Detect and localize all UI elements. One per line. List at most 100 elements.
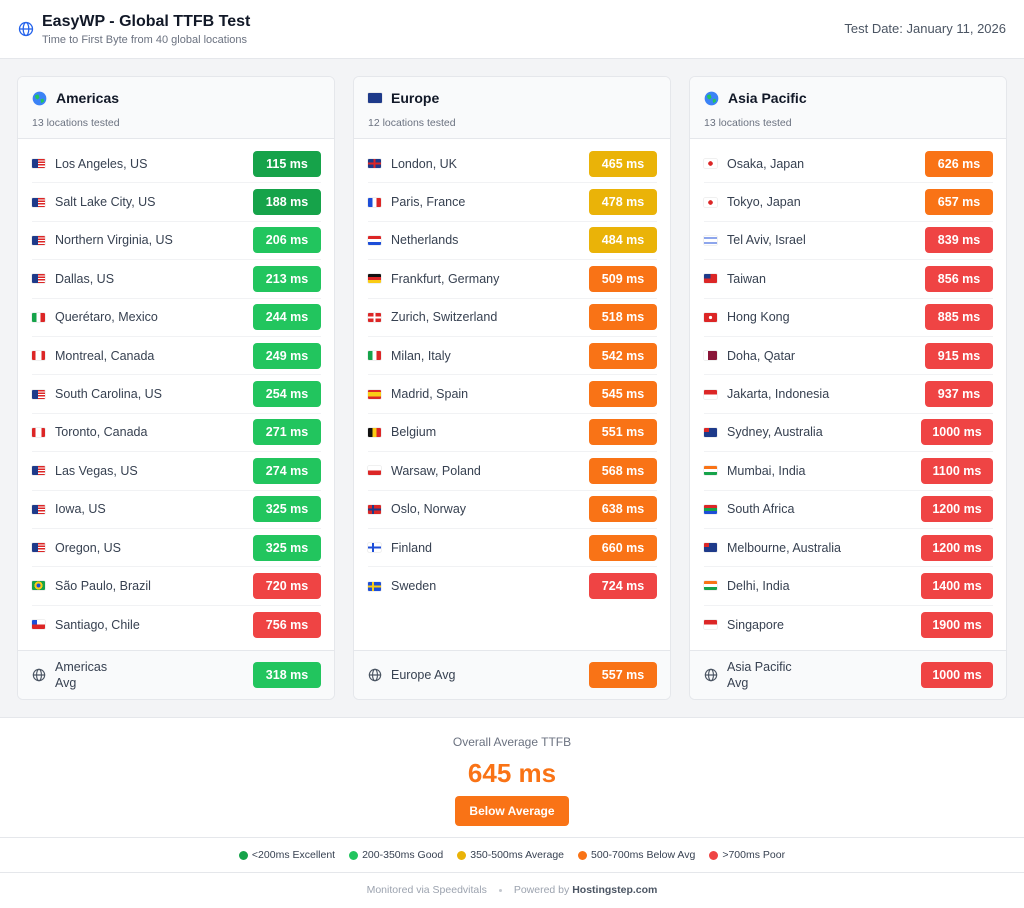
location-row[interactable]: Salt Lake City, US 188 ms [32,183,321,222]
location-row[interactable]: São Paulo, Brazil 720 ms [32,567,321,606]
flag-fr-icon [368,197,381,207]
location-row[interactable]: Oslo, Norway 638 ms [368,491,657,529]
location-row[interactable]: Paris, France 478 ms [368,183,657,222]
ttfb-badge: 839 ms [925,227,993,254]
page-title: EasyWP - Global TTFB Test [42,13,251,30]
flag-uk-icon [368,159,381,169]
location-name: Zurich, Switzerland [391,310,498,325]
location-name: Las Vegas, US [55,463,138,478]
region-average: Asia Pacific Avg 1000 ms [690,650,1006,699]
location-info: Netherlands [368,233,458,247]
location-row[interactable]: Taiwan 856 ms [704,260,993,299]
ttfb-badge: 1200 ms [921,496,993,523]
overall-status-badge[interactable]: Below Average [455,796,569,826]
location-info: Jakarta, Indonesia [704,387,829,401]
location-row[interactable]: Warsaw, Poland 568 ms [368,452,657,491]
location-name: Jakarta, Indonesia [727,387,830,402]
location-row[interactable]: Madrid, Spain 545 ms [368,375,657,414]
region-name: Europe [391,90,440,106]
ttfb-badge: 937 ms [925,381,993,408]
region-count: 13 locations tested [704,117,792,129]
location-row[interactable]: Sydney, Australia 1000 ms [704,414,993,453]
location-info: Doha, Qatar [704,349,795,363]
location-name: Mumbai, India [727,463,806,478]
page-subtitle: Time to First Byte from 40 global locati… [42,34,248,46]
location-row[interactable]: Northern Virginia, US 206 ms [32,222,321,261]
ttfb-badge: 115 ms [253,150,321,177]
flag-in-icon [704,581,717,591]
location-row[interactable]: Doha, Qatar 915 ms [704,337,993,376]
location-info: Oslo, Norway [368,502,466,516]
location-row[interactable]: Osaka, Japan 626 ms [704,145,993,184]
ttfb-badge: 657 ms [925,189,993,216]
ttfb-badge: 756 ms [253,611,321,638]
location-row[interactable]: Las Vegas, US 274 ms [32,452,321,491]
flag-cl-icon [32,620,45,630]
location-info: Osaka, Japan [704,157,804,171]
region-count: 13 locations tested [32,117,120,129]
location-row[interactable]: Zurich, Switzerland 518 ms [368,299,657,337]
location-info: Tokyo, Japan [704,195,801,209]
flag-us-icon [32,159,45,169]
location-row[interactable]: Montreal, Canada 249 ms [32,337,321,376]
location-row[interactable]: Tel Aviv, Israel 839 ms [704,222,993,261]
location-info: Salt Lake City, US [32,195,156,209]
location-row[interactable]: Sweden 724 ms [368,567,657,605]
location-row[interactable]: Santiago, Chile 756 ms [32,606,321,644]
location-row[interactable]: Melbourne, Australia 1200 ms [704,529,993,568]
overall-value: 645 ms [467,758,557,788]
location-info: Toronto, Canada [32,425,147,439]
location-info: Montreal, Canada [32,349,154,363]
flag-tw-icon [704,274,717,284]
location-row[interactable]: Tokyo, Japan 657 ms [704,183,993,222]
region-average: Europe Avg 557 ms [354,650,670,699]
location-row[interactable]: Los Angeles, US 115 ms [32,145,321,184]
flag-qa-icon [704,351,717,361]
location-row[interactable]: Toronto, Canada 271 ms [32,414,321,453]
location-info: Oregon, US [32,541,121,555]
location-info: Las Vegas, US [32,464,138,478]
location-name: Toronto, Canada [55,425,148,440]
location-row[interactable]: Singapore 1900 ms [704,606,993,644]
legend-label: 200-350ms Good [362,849,444,861]
location-row[interactable]: Belgium 551 ms [368,414,657,453]
location-info: Singapore [704,618,784,632]
location-info: Melbourne, Australia [704,541,841,555]
average-badge: 318 ms [253,662,321,688]
location-row[interactable]: Dallas, US 213 ms [32,260,321,299]
location-row[interactable]: Milan, Italy 542 ms [368,337,657,376]
location-row[interactable]: London, UK 465 ms [368,145,657,184]
location-row[interactable]: Finland 660 ms [368,529,657,568]
powered-brand[interactable]: Hostingstep.com [572,884,657,896]
globe-icon [32,668,46,682]
ttfb-badge: 1200 ms [921,534,993,561]
legend-label: <200ms Excellent [251,849,336,861]
location-name: Tel Aviv, Israel [727,233,806,248]
location-name: Dallas, US [55,271,115,286]
globe-icon [704,668,718,682]
legend-item-average: 350-500ms Average [457,849,564,861]
location-row[interactable]: South Africa 1200 ms [704,491,993,529]
location-row[interactable]: Delhi, India 1400 ms [704,567,993,606]
location-row[interactable]: Iowa, US 325 ms [32,491,321,529]
regions-grid: Americas 13 locations tested Los Angeles, … [0,59,1024,718]
flag-us-icon [32,466,45,476]
location-row[interactable]: Jakarta, Indonesia 937 ms [704,375,993,414]
flag-it-icon [368,351,381,361]
location-row[interactable]: Frankfurt, Germany 509 ms [368,260,657,299]
legend-label: 500-700ms Below Avg [591,849,696,861]
location-row[interactable]: Netherlands 484 ms [368,222,657,261]
location-info: Iowa, US [32,502,106,516]
ttfb-badge: 1000 ms [921,419,993,446]
location-row[interactable]: Querétaro, Mexico 244 ms [32,299,321,337]
location-row[interactable]: South Carolina, US 254 ms [32,375,321,414]
location-row[interactable]: Mumbai, India 1100 ms [704,452,993,491]
location-name: Delhi, India [727,578,790,593]
location-row[interactable]: Hong Kong 885 ms [704,299,993,337]
region-average: Americas Avg 318 ms [18,650,334,699]
location-name: Osaka, Japan [727,156,805,171]
location-info: London, UK [368,157,457,171]
location-row[interactable]: Oregon, US 325 ms [32,529,321,568]
location-info: Belgium [368,425,436,439]
legend-label: >700ms Poor [722,849,786,861]
